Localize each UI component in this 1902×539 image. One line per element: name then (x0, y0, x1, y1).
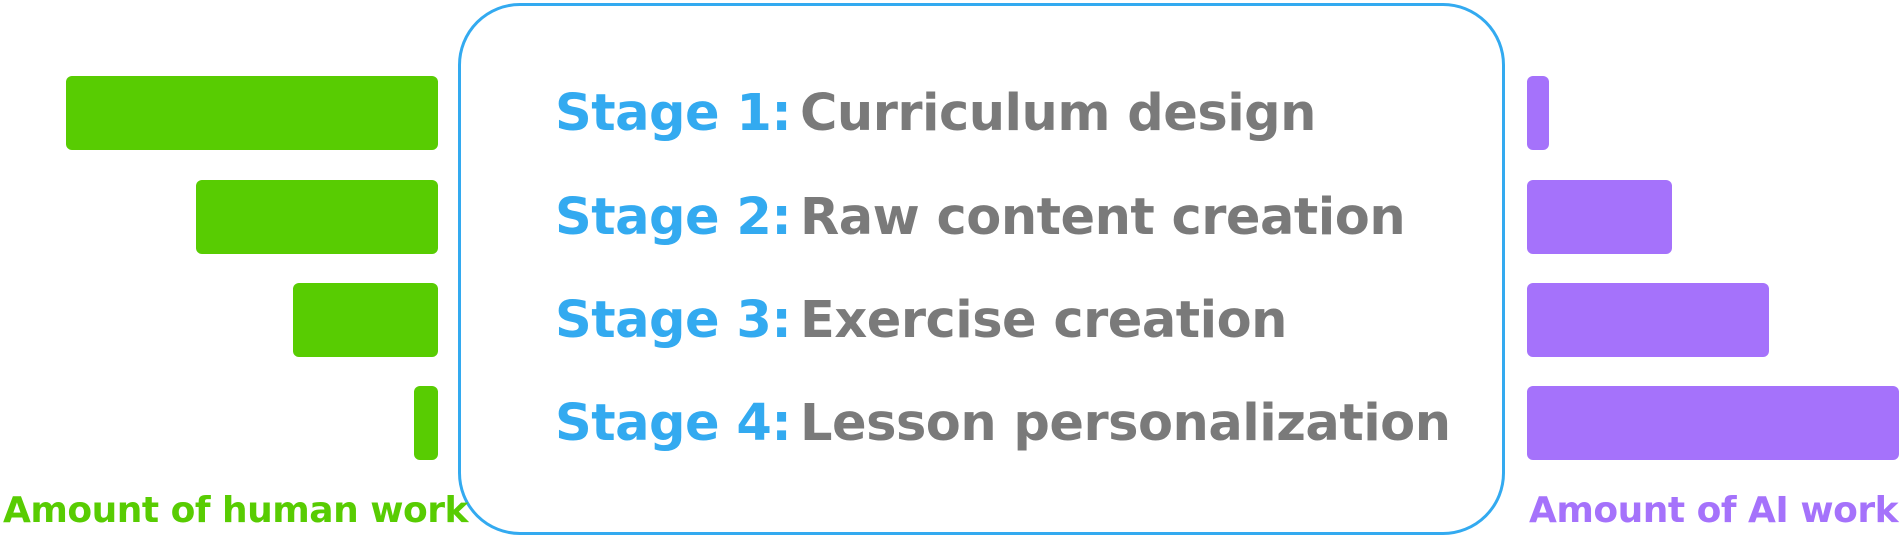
ai-work-bar-2 (1527, 180, 1672, 254)
stage-row-4: Stage 4: Lesson personalization (555, 386, 1451, 460)
stage-name: Raw content creation (800, 187, 1406, 247)
stage-number: Stage 1: (555, 83, 792, 143)
ai-work-bar-3 (1527, 283, 1769, 357)
human-work-label: Amount of human work (3, 490, 468, 531)
stage-name: Lesson personalization (800, 393, 1451, 453)
human-work-bar-1 (66, 76, 438, 150)
stage-name: Curriculum design (800, 83, 1317, 143)
stage-row-2: Stage 2: Raw content creation (555, 180, 1406, 254)
stage-number: Stage 3: (555, 290, 792, 350)
stage-number: Stage 4: (555, 393, 792, 453)
stage-row-3: Stage 3: Exercise creation (555, 283, 1287, 357)
ai-work-bar-1 (1527, 76, 1549, 150)
ai-work-bar-4 (1527, 386, 1899, 460)
human-work-bar-2 (196, 180, 438, 254)
stage-name: Exercise creation (800, 290, 1287, 350)
ai-work-label: Amount of AI work (1529, 490, 1899, 531)
human-work-bar-4 (414, 386, 438, 460)
human-work-bar-3 (293, 283, 438, 357)
stage-row-1: Stage 1: Curriculum design (555, 76, 1317, 150)
stage-number: Stage 2: (555, 187, 792, 247)
